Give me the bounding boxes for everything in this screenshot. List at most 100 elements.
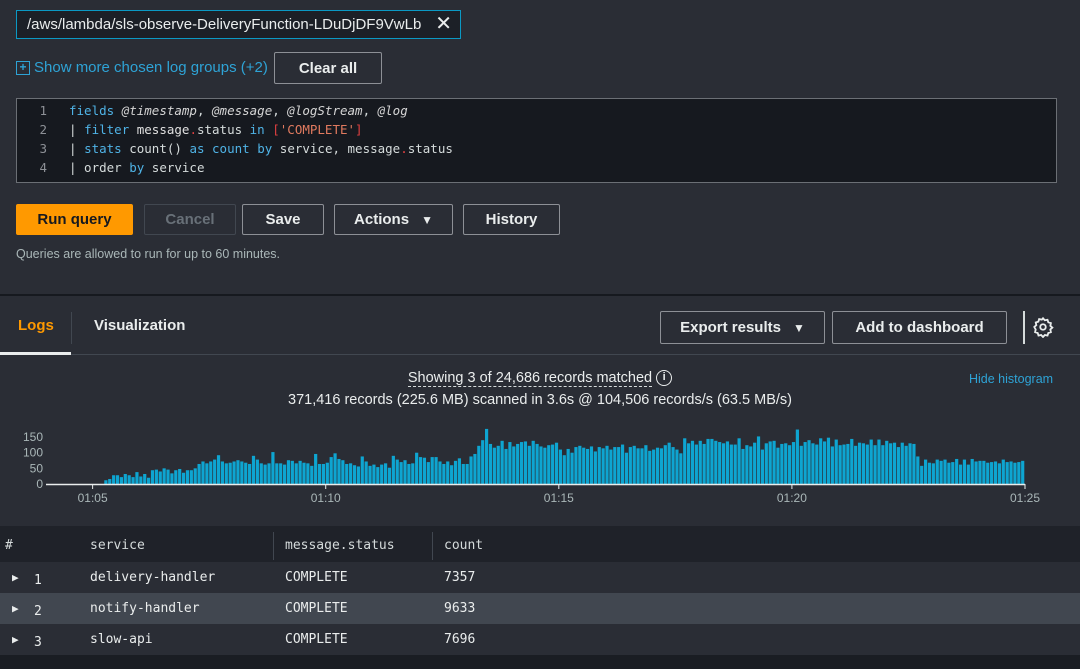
query-editor[interactable]: 1 fields @timestamp, @message, @logStream… — [16, 98, 1057, 183]
histogram-bar — [562, 455, 566, 484]
histogram-bar — [865, 444, 869, 484]
header-service[interactable]: service — [90, 526, 145, 566]
query-limit-note: Queries are allowed to run for up to 60 … — [16, 247, 281, 261]
histogram-bar — [671, 447, 675, 484]
histogram-bar — [846, 443, 850, 484]
histogram-bar — [644, 445, 648, 484]
histogram-bar — [593, 451, 597, 484]
histogram-bar — [380, 464, 384, 484]
histogram-bar — [170, 473, 174, 484]
histogram-bar — [679, 453, 683, 484]
histogram-bar — [935, 459, 939, 484]
histogram-bar — [457, 458, 461, 484]
histogram-bar — [648, 450, 652, 484]
histogram-bar — [1013, 462, 1017, 484]
histogram-bar — [209, 461, 213, 484]
histogram-bar — [314, 453, 318, 484]
histogram-bar — [481, 440, 485, 484]
add-to-dashboard-button[interactable]: Add to dashboard — [832, 311, 1007, 344]
expand-caret-icon[interactable]: ▶ — [12, 593, 19, 624]
tab-separator — [71, 312, 72, 344]
histogram-bar — [978, 460, 982, 484]
hide-histogram-link[interactable]: Hide histogram — [969, 372, 1053, 386]
gear-icon[interactable] — [1032, 316, 1054, 339]
tab-logs[interactable]: Logs — [18, 317, 54, 334]
expand-caret-icon[interactable]: ▶ — [12, 562, 19, 593]
run-query-button[interactable]: Run query — [16, 204, 133, 235]
histogram-bar — [636, 448, 640, 484]
histogram-bar — [224, 463, 228, 484]
y-tick-label: 100 — [23, 446, 43, 460]
histogram-bar — [927, 462, 932, 484]
histogram-bar — [442, 463, 446, 484]
histogram-bar — [135, 472, 139, 484]
status-cell: COMPLETE — [285, 570, 348, 585]
histogram-bar — [652, 449, 656, 484]
histogram-bar — [337, 458, 341, 484]
histogram-bar — [341, 460, 345, 484]
table-row[interactable]: ▶ 1 delivery-handler COMPLETE 7357 — [0, 562, 1080, 593]
tab-visualization[interactable]: Visualization — [94, 317, 185, 334]
histogram-bar — [803, 442, 807, 484]
histogram-bar — [764, 443, 768, 484]
history-button[interactable]: History — [463, 204, 560, 235]
histogram-bar — [834, 439, 838, 484]
histogram-bar — [574, 447, 578, 484]
histogram-bar — [640, 448, 644, 484]
export-results-button[interactable]: Export results ▼ — [660, 311, 825, 344]
histogram-bar — [601, 448, 605, 484]
histogram-bar — [842, 444, 846, 484]
histogram-bar — [294, 463, 298, 484]
histogram-bar — [830, 446, 834, 484]
histogram-bar — [236, 460, 240, 484]
histogram-bar — [317, 463, 322, 484]
histogram-bar — [403, 460, 407, 484]
histogram-bar — [877, 439, 881, 484]
histogram-bar — [158, 471, 162, 484]
clear-all-button[interactable]: Clear all — [274, 52, 382, 84]
histogram-bar — [535, 443, 539, 484]
histogram-bar — [760, 449, 765, 484]
histogram-bar — [108, 478, 112, 484]
histogram-bar — [776, 447, 780, 484]
histogram-bar — [123, 473, 127, 484]
histogram-bar — [127, 475, 131, 484]
histogram-bar — [240, 461, 244, 484]
histogram-bar — [586, 448, 590, 484]
column-divider[interactable] — [432, 532, 433, 560]
cancel-button[interactable]: Cancel — [144, 204, 236, 235]
save-button[interactable]: Save — [242, 204, 324, 235]
histogram-bar — [162, 468, 166, 484]
histogram-bar — [473, 453, 477, 484]
histogram-bar — [345, 463, 349, 484]
header-count[interactable]: count — [444, 526, 483, 566]
expand-caret-icon[interactable]: ▶ — [12, 624, 19, 655]
service-cell: slow-api — [90, 632, 153, 647]
info-icon[interactable]: i — [656, 370, 673, 387]
service-cell: notify-handler — [90, 601, 200, 616]
histogram-bar — [923, 459, 928, 484]
table-row[interactable]: ▶ 2 notify-handler COMPLETE 9633 — [0, 593, 1080, 624]
histogram-bar — [683, 438, 687, 484]
header-message-status[interactable]: message.status — [285, 526, 395, 566]
table-row[interactable]: ▶ 3 slow-api COMPLETE 7696 — [0, 624, 1080, 655]
histogram-bar — [368, 465, 372, 484]
histogram-bar — [737, 438, 741, 484]
column-divider[interactable] — [273, 532, 274, 560]
y-tick-label: 150 — [23, 430, 43, 444]
line-number: 3 — [39, 141, 47, 156]
show-more-log-groups-link[interactable]: + Show more chosen log groups (+2) — [16, 59, 268, 76]
histogram-bar — [310, 465, 314, 484]
histogram-bar — [430, 457, 434, 484]
count-cell: 7357 — [444, 570, 476, 585]
histogram-bar — [139, 476, 143, 484]
histogram-bar — [360, 456, 364, 484]
histogram-bar — [391, 455, 395, 484]
histogram-bar — [628, 447, 632, 484]
actions-button[interactable]: Actions ▼ — [334, 204, 453, 235]
histogram-bar — [990, 462, 994, 484]
histogram-bar — [675, 449, 679, 484]
caret-down-icon: ▼ — [792, 320, 805, 335]
histogram-bar — [795, 429, 799, 484]
close-icon[interactable]: ✕ — [435, 11, 452, 38]
